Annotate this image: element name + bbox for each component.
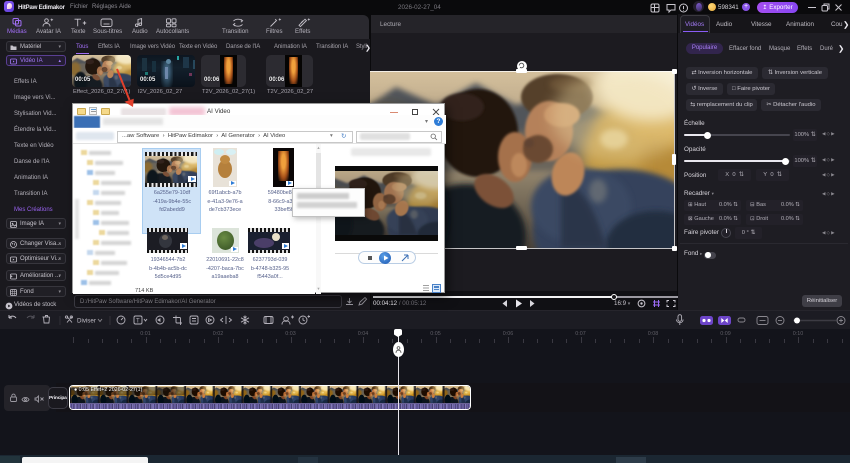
svg-text:Diviser: Diviser — [77, 318, 96, 325]
svg-text:T: T — [136, 318, 140, 324]
